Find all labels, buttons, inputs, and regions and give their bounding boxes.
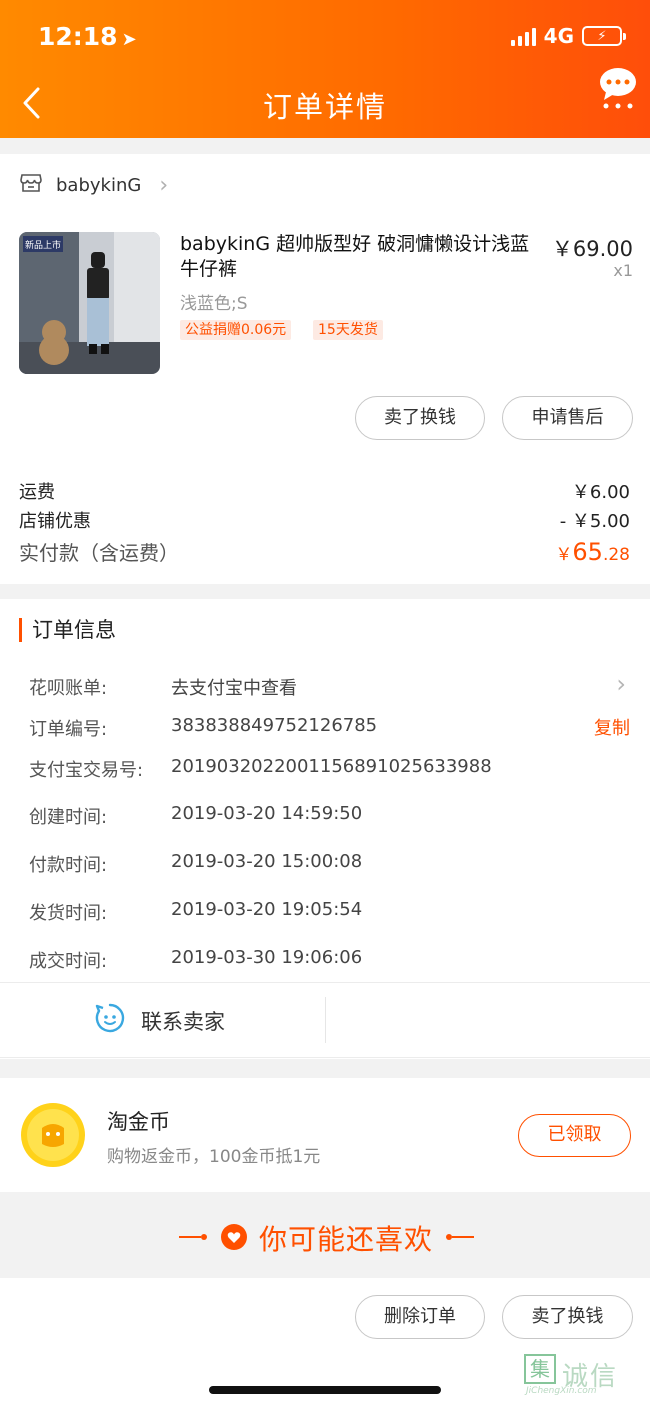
divider xyxy=(325,997,326,1043)
shipping-time-tag: 15天发货 xyxy=(313,320,383,340)
shop-discount-value: - ￥5.00 xyxy=(559,511,630,532)
store-icon xyxy=(20,173,42,198)
product-price: ￥69.00 xyxy=(551,237,633,261)
shipping-fee-label: 运费 xyxy=(19,482,55,503)
created-time-label: 创建时间: xyxy=(29,807,108,828)
status-time: 12:18 ➤ xyxy=(38,22,137,51)
product-title[interactable]: babykinG 超帅版型好 破洞慵懒设计浅蓝牛仔裤 xyxy=(180,232,540,282)
sell-item-button[interactable]: 卖了换钱 xyxy=(355,396,485,440)
completed-time-label: 成交时间: xyxy=(29,951,108,972)
order-number-label: 订单编号: xyxy=(29,719,108,740)
shop-name: babykinG xyxy=(56,175,142,196)
header-bar: 12:18 ➤ 4G ⚡ 订单详情 xyxy=(0,0,650,138)
thumbnail-badge: 新品上市 xyxy=(25,239,61,251)
order-info-title: 订单信息 xyxy=(19,618,116,642)
chat-bubble-icon xyxy=(600,68,636,109)
alipay-trade-value: 2019032022001156891025633988 xyxy=(171,756,492,777)
shipping-fee-row: 运费 ￥6.00 xyxy=(19,478,630,504)
product-sku: 浅蓝色;S xyxy=(180,294,248,314)
product-quantity: x1 xyxy=(613,261,633,280)
total-paid-value: ￥65.28 xyxy=(555,538,630,566)
chevron-right-icon: › xyxy=(159,173,169,198)
apply-aftersale-button[interactable]: 申请售后 xyxy=(502,396,633,440)
chevron-right-icon[interactable]: › xyxy=(616,670,626,698)
divider xyxy=(452,1236,474,1238)
network-type: 4G xyxy=(543,24,574,48)
alipay-trade-label: 支付宝交易号: xyxy=(29,760,144,781)
message-button[interactable] xyxy=(598,66,638,110)
shipped-time-value: 2019-03-20 19:05:54 xyxy=(171,899,363,920)
huabei-label: 花呗账单: xyxy=(29,678,108,699)
created-time-value: 2019-03-20 14:59:50 xyxy=(171,803,363,824)
status-indicators: 4G ⚡ xyxy=(510,24,626,48)
home-indicator[interactable] xyxy=(209,1386,441,1394)
watermark-logo: 集 诚信 JiChengXin.com xyxy=(524,1354,642,1398)
order-number-value: 383838849752126785 xyxy=(171,715,378,736)
signal-icon xyxy=(510,26,536,46)
completed-time-value: 2019-03-30 19:06:06 xyxy=(171,947,363,968)
claimed-button[interactable]: 已领取 xyxy=(518,1114,631,1157)
shop-link[interactable]: babykinG › xyxy=(20,173,168,198)
page-title: 订单详情 xyxy=(262,90,387,124)
coins-subtitle: 购物返金币，100金币抵1元 xyxy=(107,1147,321,1167)
paid-time-label: 付款时间: xyxy=(29,855,108,876)
location-arrow-icon: ➤ xyxy=(121,29,137,50)
shipped-time-label: 发货时间: xyxy=(29,903,108,924)
divider xyxy=(179,1236,201,1238)
battery-icon: ⚡ xyxy=(582,26,626,46)
contact-seller-button[interactable]: 联系卖家 xyxy=(141,1006,225,1036)
shop-discount-label: 店铺优惠 xyxy=(19,511,91,532)
total-paid-label: 实付款（含运费） xyxy=(19,541,179,565)
sell-order-button[interactable]: 卖了换钱 xyxy=(502,1295,633,1339)
gold-coin-icon xyxy=(20,1102,86,1168)
total-paid-row: 实付款（含运费） ￥65.28 xyxy=(19,537,630,566)
product-thumbnail[interactable]: 新品上市 xyxy=(19,232,160,374)
divider xyxy=(201,1234,207,1240)
shop-discount-row: 店铺优惠 - ￥5.00 xyxy=(19,507,630,533)
charity-tag: 公益捐赠0.06元 xyxy=(180,320,292,340)
shipping-fee-value: ￥6.00 xyxy=(571,482,630,503)
coins-title: 淘金币 xyxy=(107,1110,170,1134)
paid-time-value: 2019-03-20 15:00:08 xyxy=(171,851,363,872)
huabei-link[interactable]: 去支付宝中查看 xyxy=(171,674,297,700)
heart-icon xyxy=(220,1223,248,1251)
copy-order-number-button[interactable]: 复制 xyxy=(594,714,630,740)
recommend-title: 你可能还喜欢 xyxy=(259,1223,434,1256)
smiley-chat-icon[interactable] xyxy=(95,1003,125,1033)
delete-order-button[interactable]: 删除订单 xyxy=(355,1295,485,1339)
